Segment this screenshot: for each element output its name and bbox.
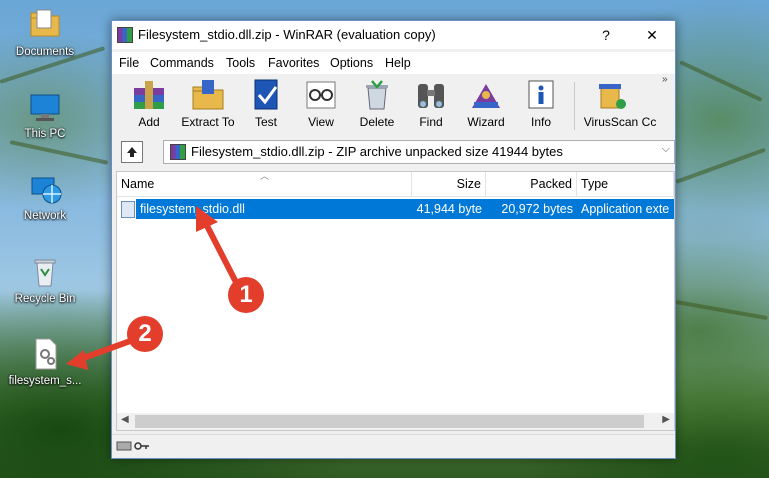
annotation-arrow	[199, 213, 243, 293]
annotation-arrows	[66, 206, 243, 370]
annotation-badge-2: 2	[127, 316, 163, 352]
annotation-badge-1: 1	[228, 277, 264, 313]
annotation-arrowhead	[66, 350, 88, 370]
annotation-arrow	[75, 337, 136, 363]
